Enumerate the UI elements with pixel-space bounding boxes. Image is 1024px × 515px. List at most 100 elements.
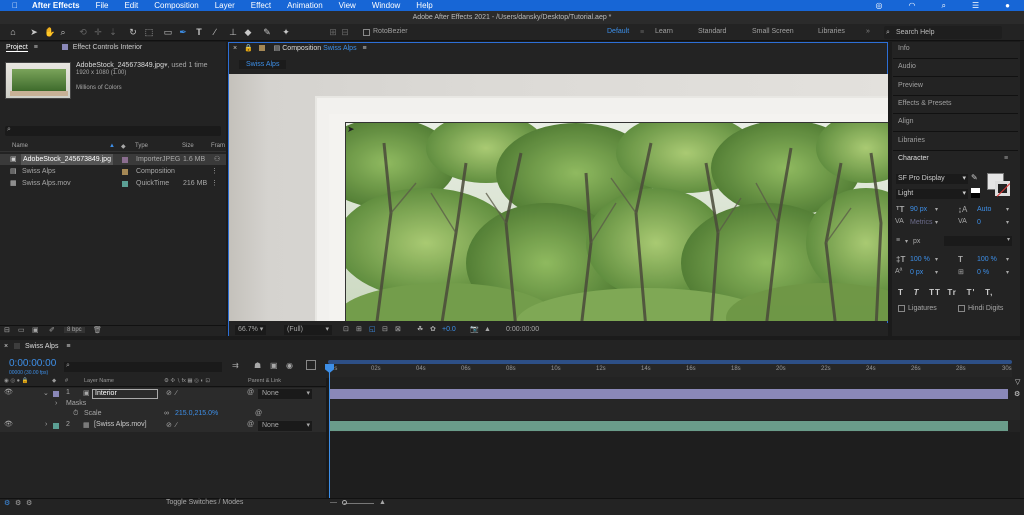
font-size-dropdown-icon[interactable]: ▾	[935, 206, 938, 213]
menu-composition[interactable]: Composition	[154, 1, 198, 10]
layer-bar-interior[interactable]	[330, 389, 1008, 399]
pan-camera-icon[interactable]: ✛	[93, 27, 103, 37]
kerning-value[interactable]: Metrics	[910, 219, 933, 226]
superscript-button[interactable]: T'	[967, 288, 976, 297]
snap-icon[interactable]: ⊞	[328, 27, 338, 37]
resolution-dropdown[interactable]: (Full) ▾	[284, 325, 332, 335]
font-style-dropdown[interactable]: Light ▾	[896, 189, 968, 199]
3d-view-icon[interactable]: ⊠	[395, 323, 401, 336]
wifi-icon[interactable]: ◠	[909, 1, 916, 10]
col-layer-name[interactable]: Layer Name	[84, 378, 114, 384]
tsume-dropdown-icon[interactable]: ▾	[1006, 269, 1009, 276]
leading-value[interactable]: Auto	[977, 206, 991, 213]
color-channels-icon[interactable]: ☘	[417, 323, 423, 336]
pickwhip-icon[interactable]: @	[247, 421, 254, 428]
comp-mini-flowchart-icon[interactable]: ⇉	[232, 361, 239, 370]
guides-icon[interactable]: ⊟	[382, 323, 388, 336]
eyedropper-icon[interactable]: ✎	[971, 173, 978, 182]
search-menu-icon[interactable]: ⌕	[942, 1, 946, 11]
pickwhip-icon[interactable]: @	[247, 389, 254, 396]
render-time-icon[interactable]: ⚙	[4, 499, 10, 507]
horizontal-scale-dropdown-icon[interactable]: ▾	[1006, 256, 1009, 263]
menu-edit[interactable]: Edit	[124, 1, 138, 10]
eraser-tool-icon[interactable]: ◆	[243, 27, 253, 37]
puppet-pin-icon[interactable]: ✦	[281, 27, 291, 37]
timeline-menu-icon[interactable]: ≡	[66, 343, 70, 350]
comp-flowchart-icon[interactable]: ▤	[274, 45, 281, 52]
transparency-grid-icon[interactable]: ⊞	[356, 323, 362, 336]
panel-preview[interactable]: Preview	[898, 82, 923, 89]
layer-row[interactable]: 👁 ⌄ 1 ▣ Interior ⊘ ∕ @ None ▾	[0, 388, 326, 400]
composition-name[interactable]: Swiss Alps	[323, 45, 356, 52]
label-col-icon[interactable]: ◆	[121, 143, 126, 150]
parent-dropdown[interactable]: None ▾	[258, 421, 312, 431]
font-family-dropdown[interactable]: SF Pro Display ▾	[896, 174, 968, 184]
menu-animation[interactable]: Animation	[287, 1, 323, 10]
apple-icon[interactable]: 	[12, 1, 18, 10]
workspace-small-screen[interactable]: Small Screen	[752, 28, 794, 35]
color-management-icon[interactable]: ✿	[430, 323, 436, 336]
rectangle-tool-icon[interactable]: ▭	[163, 27, 173, 37]
frame-blending-icon[interactable]: ◉	[286, 361, 293, 370]
lock-icon[interactable]: 🔒	[244, 45, 253, 52]
siri-icon[interactable]: ●	[1005, 1, 1010, 10]
leading-dropdown-icon[interactable]: ▾	[1006, 206, 1009, 213]
cc-icon[interactable]: ◎	[876, 1, 883, 10]
tsume-value[interactable]: 0 %	[977, 269, 989, 276]
flowchart-icon[interactable]: ✐	[49, 326, 55, 334]
project-menu-icon[interactable]: ≡	[34, 44, 38, 51]
trash-icon[interactable]: 🗑	[93, 326, 102, 334]
character-menu-icon[interactable]: ≡	[1004, 155, 1008, 162]
project-item[interactable]: ▣ AdobeStock_245673849.jpg ImporterJPEG …	[0, 154, 226, 165]
small-caps-button[interactable]: Tr	[947, 288, 957, 297]
comp-menu-icon[interactable]: ≡	[363, 45, 367, 52]
show-snapshot-icon[interactable]: ▲	[484, 323, 491, 336]
menu-layer[interactable]: Layer	[215, 1, 235, 10]
workspace-standard[interactable]: Standard	[698, 28, 726, 35]
workspace-libraries[interactable]: Libraries	[818, 28, 845, 35]
col-type[interactable]: Type	[135, 143, 148, 149]
roto-brush-icon[interactable]: ✎	[262, 27, 272, 37]
menu-file[interactable]: File	[96, 1, 109, 10]
expand-transfer-icon[interactable]: ⚙	[15, 499, 21, 507]
visibility-icon[interactable]: 👁	[4, 420, 13, 428]
snapshot-icon[interactable]: 📷	[470, 323, 479, 336]
col-parent[interactable]: Parent & Link	[248, 378, 281, 384]
layer-switches[interactable]: ⊘ ∕	[166, 389, 177, 397]
bit-depth-button[interactable]: 8 bpc	[64, 327, 85, 333]
control-center-icon[interactable]: ☰	[972, 1, 979, 10]
hindi-digits-checkbox[interactable]	[958, 305, 965, 312]
project-item[interactable]: ▤ Swiss Alps Composition ⋮	[0, 166, 226, 177]
brush-tool-icon[interactable]: ∕	[210, 27, 220, 37]
project-search-input[interactable]: ⌕	[5, 126, 221, 136]
sort-icon[interactable]: ▲	[109, 143, 115, 149]
draft-3d-icon[interactable]: ☗	[254, 361, 261, 370]
timeline-current-time[interactable]: 0:00:00:00	[9, 358, 56, 369]
ligatures-checkbox[interactable]	[898, 305, 905, 312]
stroke-style-dropdown[interactable]: ▾	[944, 236, 1012, 246]
layer-name[interactable]: [Swiss Alps.mov]	[94, 421, 147, 428]
faux-italic-button[interactable]: T	[914, 288, 920, 297]
tab-project[interactable]: Project	[6, 44, 28, 52]
snap-options-icon[interactable]: ⊟	[340, 27, 350, 37]
app-menu[interactable]: After Effects	[32, 1, 80, 10]
mask-visibility-icon[interactable]: ◱	[369, 323, 376, 336]
subscript-button[interactable]: T,	[985, 288, 993, 297]
menu-view[interactable]: View	[339, 1, 356, 10]
comp-viewer[interactable]: ➤	[229, 74, 888, 321]
zoom-in-icon[interactable]: ▲	[379, 499, 386, 506]
zoom-out-icon[interactable]: —	[330, 499, 337, 506]
comp-subtab[interactable]: Swiss Alps	[239, 60, 287, 69]
menu-help[interactable]: Help	[416, 1, 432, 10]
scale-pickwhip-icon[interactable]: @	[255, 410, 262, 417]
tracking-value[interactable]: 0	[977, 219, 981, 226]
collapse-arrow-icon[interactable]: ⌄	[43, 389, 49, 397]
vertical-scale-dropdown-icon[interactable]: ▾	[935, 256, 938, 263]
workspace-learn[interactable]: Learn	[655, 28, 673, 35]
exposure-value[interactable]: +0.0	[442, 323, 456, 336]
panel-effects-presets[interactable]: Effects & Presets	[898, 100, 952, 107]
panel-align[interactable]: Align	[898, 118, 914, 125]
region-of-interest-icon[interactable]: ⊡	[343, 323, 349, 336]
layer-row[interactable]: 👁 › 2 ▦ [Swiss Alps.mov] ⊘ ∕ @ None ▾	[0, 420, 326, 432]
hand-tool-icon[interactable]: ✋	[44, 27, 55, 37]
